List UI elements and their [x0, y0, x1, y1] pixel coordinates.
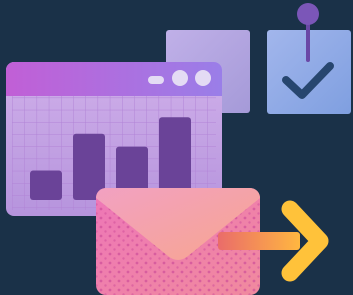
chart-bar [159, 117, 191, 200]
window-title-bar [6, 62, 222, 96]
chart-bar [30, 170, 62, 200]
window-control-dot [195, 70, 211, 86]
window-control-bar [148, 76, 164, 84]
illustration [0, 0, 353, 295]
window-control-dot [172, 70, 188, 86]
illustration-canvas [0, 0, 353, 295]
